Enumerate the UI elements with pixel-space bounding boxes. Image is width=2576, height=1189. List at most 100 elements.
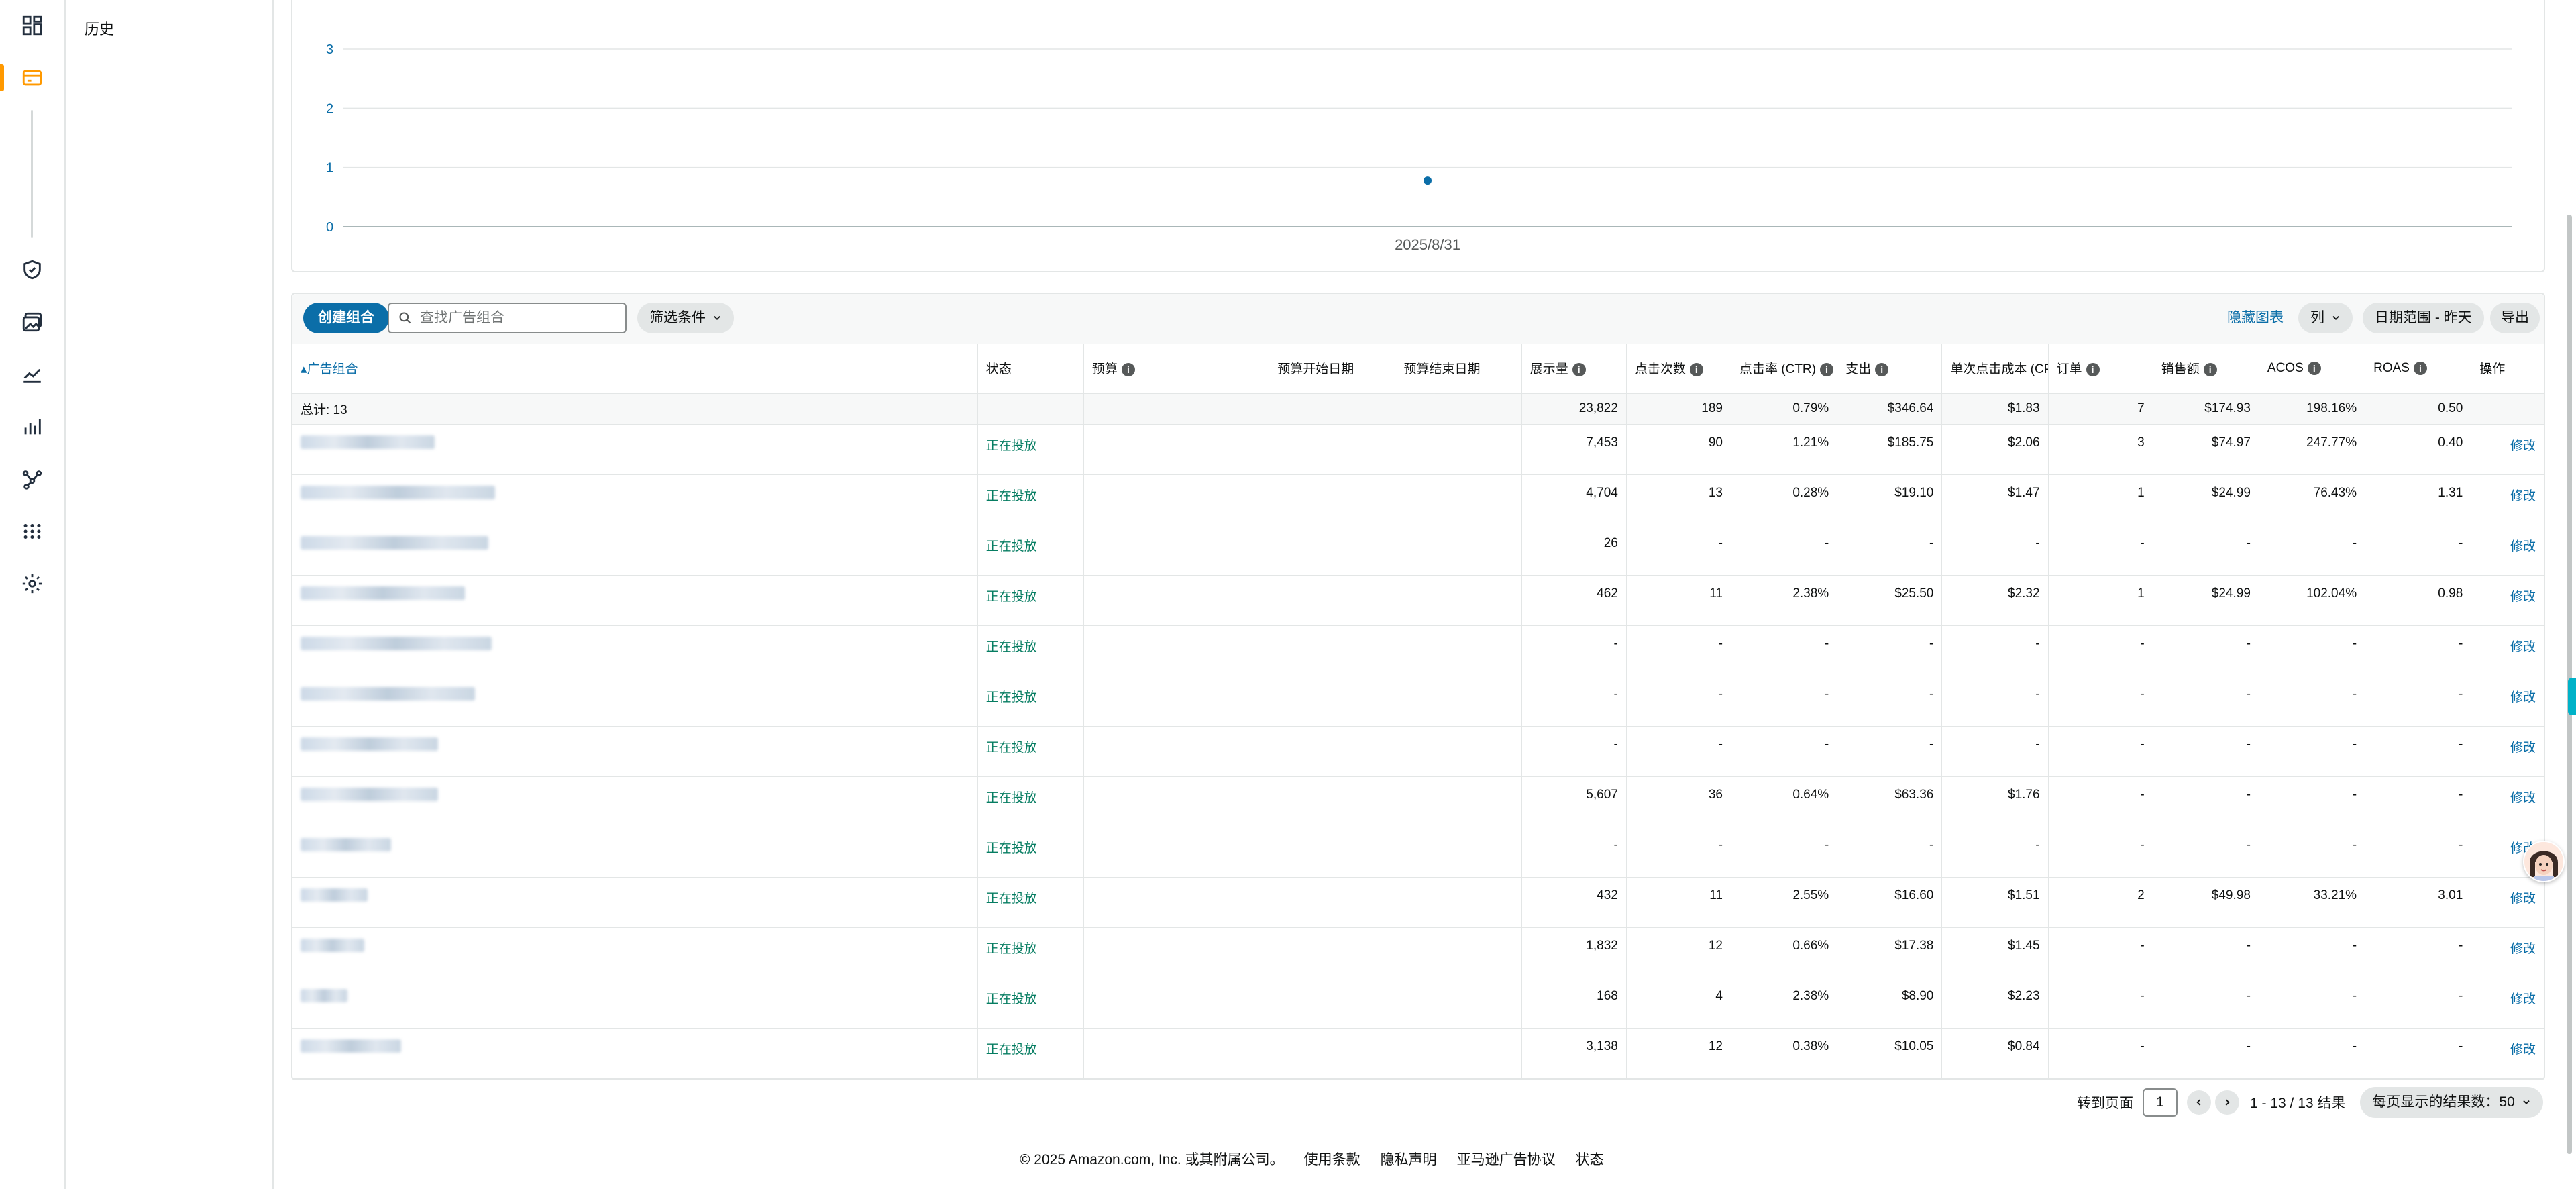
apps-grid-icon[interactable] [20,519,44,544]
table-row[interactable]: 正在投放 168 4 2.38% $8.90 $2.23- - - - 修改 [292,978,2544,1029]
info-icon[interactable]: i [1819,363,1833,377]
settings-gear-icon[interactable] [20,572,44,596]
table-row[interactable]: 正在投放 3,138 12 0.38% $10.05 $0.84- - - - 修改 [292,1028,2544,1079]
export-button[interactable]: 导出 [2490,303,2540,333]
hide-chart-button[interactable]: 隐藏图表 [2227,303,2284,333]
info-icon[interactable]: i [2203,363,2217,377]
portfolio-name-redacted[interactable] [301,435,435,449]
portfolio-name-cell[interactable] [292,1028,978,1079]
col-status[interactable]: 状态 [977,344,1084,394]
campaigns-icon[interactable] [20,66,44,90]
portfolio-name-cell[interactable] [292,827,978,878]
network-icon[interactable] [20,467,44,491]
edit-link[interactable]: 修改 [2510,489,2536,503]
edit-link[interactable]: 修改 [2510,741,2536,755]
privacy-link[interactable]: 隐私声明 [1381,1149,1437,1169]
portfolio-name-cell[interactable] [292,726,978,777]
portfolio-name-cell[interactable] [292,474,978,525]
terms-link[interactable]: 使用条款 [1304,1149,1360,1169]
table-row[interactable]: 正在投放 - - - - - - - - - 修改 [292,827,2544,878]
col-impressions[interactable]: 展示量 i [1521,344,1627,394]
table-row[interactable]: 正在投放 432 11 2.55% $16.60 $1.51 2 $49.98 33.21% 3.… [292,877,2544,928]
info-icon[interactable]: i [1572,363,1586,377]
col-spend[interactable]: 支出 i [1837,344,1943,394]
col-cpc[interactable]: 单次点击成本 (CPC) [1941,344,2049,394]
portfolio-name-cell[interactable] [292,877,978,928]
edit-link[interactable]: 修改 [2510,892,2536,906]
prev-page-button[interactable] [2187,1090,2211,1115]
portfolio-name-cell[interactable] [292,676,978,727]
col-clicks[interactable]: 点击次数 i [1626,344,1732,394]
image-gallery-icon[interactable] [20,310,44,334]
portfolio-name-cell[interactable] [292,575,978,626]
portfolio-name-cell[interactable] [292,776,978,827]
create-portfolio-button[interactable]: 创建组合 [303,303,389,333]
data-point[interactable] [1424,176,1432,185]
portfolio-name-redacted[interactable] [301,787,438,801]
edit-link[interactable]: 修改 [2510,690,2536,705]
col-acos[interactable]: ACOS i [2259,344,2366,394]
portfolio-name-cell[interactable] [292,978,978,1029]
info-icon[interactable]: i [1689,363,1703,377]
table-row[interactable]: 正在投放 7,453 90 1.21% $185.75 $2.06 3 $74.97 247.7… [292,424,2544,475]
portfolio-name-redacted[interactable] [301,837,391,851]
assistant-avatar[interactable] [2523,841,2565,882]
portfolio-name-redacted[interactable] [301,988,347,1002]
search-input[interactable] [419,309,616,327]
portfolio-name-redacted[interactable] [301,636,492,650]
col-sales[interactable]: 销售额 i [2153,344,2259,394]
trend-chart-icon[interactable] [20,362,44,386]
table-row[interactable]: 正在投放 26- - - - - - - - 修改 [292,525,2544,576]
table-row[interactable]: 正在投放 - - - - - - - - - 修改 [292,726,2544,777]
portfolio-search[interactable] [388,303,627,333]
bar-chart-icon[interactable] [20,415,44,439]
portfolio-name-redacted[interactable] [301,938,364,952]
next-page-button[interactable] [2215,1090,2239,1115]
col-budget-start[interactable]: 预算开始日期 [1269,344,1396,394]
portfolio-name-redacted[interactable] [301,686,475,701]
edit-link[interactable]: 修改 [2510,640,2536,654]
portfolio-name-redacted[interactable] [301,586,465,600]
edit-link[interactable]: 修改 [2510,1043,2536,1057]
edit-link[interactable]: 修改 [2510,590,2536,604]
portfolio-name-cell[interactable] [292,525,978,576]
edit-link[interactable]: 修改 [2510,791,2536,805]
col-budget[interactable]: 预算 i [1083,344,1270,394]
portfolio-name-cell[interactable] [292,927,978,978]
info-icon[interactable]: i [2413,361,2427,375]
feedback-tab[interactable] [2568,678,2576,715]
portfolio-name-redacted[interactable] [301,1039,401,1053]
col-orders[interactable]: 订单 i [2048,344,2153,394]
nav-item-history[interactable]: 历史 [85,17,114,39]
table-row[interactable]: 正在投放 1,832 12 0.66% $17.38 $1.45- - - - 修改 [292,927,2544,978]
per-page-select[interactable]: 每页显示的结果数：50 [2360,1087,2543,1118]
edit-link[interactable]: 修改 [2510,992,2536,1006]
dashboard-icon[interactable] [20,13,44,38]
col-budget-end[interactable]: 预算结束日期 [1395,344,1522,394]
portfolio-name-redacted[interactable] [301,888,368,902]
info-icon[interactable]: i [1875,363,1889,377]
info-icon[interactable]: i [1121,363,1135,377]
edit-link[interactable]: 修改 [2510,539,2536,554]
filter-button[interactable]: 筛选条件 [637,303,734,333]
ad-agreement-link[interactable]: 亚马逊广告协议 [1457,1149,1556,1169]
table-row[interactable]: 正在投放 5,607 36 0.64% $63.36 $1.76- - - - 修改 [292,776,2544,827]
columns-button[interactable]: 列 [2298,303,2353,333]
portfolio-name-redacted[interactable] [301,485,495,499]
table-row[interactable]: 正在投放 - - - - - - - - - 修改 [292,676,2544,727]
portfolio-name-redacted[interactable] [301,737,438,751]
portfolio-name-redacted[interactable] [301,535,488,550]
info-icon[interactable]: i [2086,363,2100,377]
portfolio-name-cell[interactable] [292,424,978,475]
portfolio-name-cell[interactable] [292,625,978,676]
page-number-input[interactable]: 1 [2143,1088,2178,1117]
col-portfolio[interactable]: ▴广告组合 [292,344,978,394]
edit-link[interactable]: 修改 [2510,439,2536,453]
table-row[interactable]: 正在投放 462 11 2.38% $25.50 $2.32 1 $24.99 102.04% 0… [292,575,2544,626]
info-icon[interactable]: i [2307,361,2321,375]
shield-icon[interactable] [20,258,44,282]
edit-link[interactable]: 修改 [2510,942,2536,956]
status-link[interactable]: 状态 [1576,1149,1604,1169]
col-roas[interactable]: ROAS i [2365,344,2472,394]
table-row[interactable]: 正在投放 4,704 13 0.28% $19.10 $1.47 1 $24.99 76.43%… [292,474,2544,525]
